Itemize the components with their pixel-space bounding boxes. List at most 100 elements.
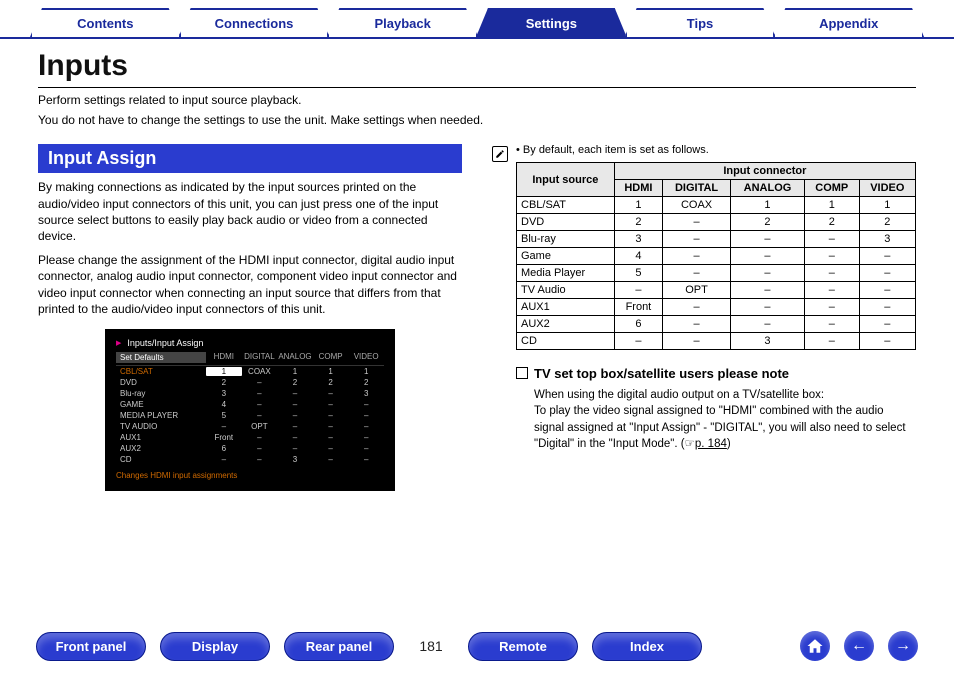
osd-cell: Front <box>206 433 242 442</box>
td-cell: 2 <box>731 214 805 231</box>
osd-head-hdmi: HDMI <box>206 352 242 363</box>
td-cell: COAX <box>663 197 731 214</box>
tab-playback[interactable]: Playback <box>327 8 478 37</box>
td-source: AUX2 <box>517 316 615 333</box>
osd-cell: – <box>242 455 278 464</box>
osd-head-digital: DIGITAL <box>242 352 278 363</box>
default-note: By default, each item is set as follows. <box>516 144 916 156</box>
osd-cell: – <box>313 422 349 431</box>
table-row: DVD2–222 <box>517 214 916 231</box>
osd-cell: COAX <box>242 367 278 376</box>
td-cell: 3 <box>859 231 915 248</box>
td-source: CD <box>517 333 615 350</box>
osd-cell: – <box>242 400 278 409</box>
osd-head-video: VIDEO <box>348 352 384 363</box>
osd-cell: 1 <box>277 367 313 376</box>
th-input-source: Input source <box>517 163 615 197</box>
table-row: TV Audio–OPT––– <box>517 282 916 299</box>
osd-cell: 3 <box>277 455 313 464</box>
prev-page-button[interactable]: ← <box>844 631 874 661</box>
bottom-nav: Front panel Display Rear panel 181 Remot… <box>0 631 954 661</box>
nav-front-panel[interactable]: Front panel <box>36 632 146 661</box>
td-cell: – <box>804 265 859 282</box>
osd-cell: 6 <box>206 444 242 453</box>
tab-connections[interactable]: Connections <box>179 8 330 37</box>
osd-row-label: AUX2 <box>116 444 206 453</box>
td-cell: – <box>731 248 805 265</box>
table-row: Game4–––– <box>517 248 916 265</box>
osd-cell: – <box>242 389 278 398</box>
td-cell: – <box>731 316 805 333</box>
osd-row: AUX26–––– <box>116 443 384 454</box>
td-cell: – <box>731 299 805 316</box>
table-row: Blu-ray3–––3 <box>517 231 916 248</box>
th-col: ANALOG <box>731 180 805 197</box>
tab-appendix[interactable]: Appendix <box>773 8 924 37</box>
osd-cell: – <box>277 444 313 453</box>
table-row: AUX1Front–––– <box>517 299 916 316</box>
osd-row-label: AUX1 <box>116 433 206 442</box>
td-source: CBL/SAT <box>517 197 615 214</box>
td-cell: – <box>614 333 662 350</box>
tab-tips[interactable]: Tips <box>625 8 776 37</box>
td-cell: 3 <box>731 333 805 350</box>
td-cell: – <box>859 265 915 282</box>
tab-contents[interactable]: Contents <box>30 8 181 37</box>
section-title-input-assign: Input Assign <box>38 144 462 173</box>
td-cell: OPT <box>663 282 731 299</box>
td-cell: – <box>731 231 805 248</box>
tv-note-title: TV set top box/satellite users please no… <box>534 366 789 381</box>
th-col: HDMI <box>614 180 662 197</box>
th-col: DIGITAL <box>663 180 731 197</box>
td-cell: – <box>804 248 859 265</box>
td-cell: 4 <box>614 248 662 265</box>
osd-screenshot: Inputs/Input Assign Set Defaults HDMI DI… <box>105 329 395 491</box>
osd-cell: – <box>348 433 384 442</box>
td-cell: – <box>731 265 805 282</box>
osd-cell: – <box>313 433 349 442</box>
osd-title: Inputs/Input Assign <box>116 338 384 348</box>
osd-row: AUX1Front–––– <box>116 432 384 443</box>
left-paragraph-1: By making connections as indicated by th… <box>38 179 462 244</box>
tab-settings[interactable]: Settings <box>476 8 627 37</box>
osd-cell: – <box>348 411 384 420</box>
intro-line-2: You do not have to change the settings t… <box>38 112 916 128</box>
osd-cell: – <box>348 422 384 431</box>
osd-cell: – <box>313 411 349 420</box>
osd-cell: – <box>348 455 384 464</box>
nav-index[interactable]: Index <box>592 632 702 661</box>
osd-row: CD––3–– <box>116 454 384 465</box>
td-cell: – <box>859 282 915 299</box>
osd-cell: 5 <box>206 411 242 420</box>
td-source: AUX1 <box>517 299 615 316</box>
td-cell: – <box>663 265 731 282</box>
nav-remote[interactable]: Remote <box>468 632 578 661</box>
osd-head-setdefaults: Set Defaults <box>116 352 206 363</box>
osd-row: DVD2–222 <box>116 377 384 388</box>
td-cell: 2 <box>804 214 859 231</box>
td-cell: – <box>663 299 731 316</box>
th-col: VIDEO <box>859 180 915 197</box>
osd-row-label: TV AUDIO <box>116 422 206 431</box>
osd-cell: – <box>313 400 349 409</box>
td-cell: – <box>804 316 859 333</box>
osd-cell: 3 <box>348 389 384 398</box>
td-source: DVD <box>517 214 615 231</box>
tv-note-text-b: ) <box>727 438 731 450</box>
page-ref-link[interactable]: p. 184 <box>695 438 727 450</box>
nav-rear-panel[interactable]: Rear panel <box>284 632 394 661</box>
osd-cell: – <box>313 455 349 464</box>
td-cell: 1 <box>804 197 859 214</box>
tv-note-line-2: To play the video signal assigned to "HD… <box>534 403 916 451</box>
td-cell: – <box>663 316 731 333</box>
osd-cell: OPT <box>242 422 278 431</box>
th-input-connector: Input connector <box>614 163 915 180</box>
home-button[interactable] <box>800 631 830 661</box>
nav-display[interactable]: Display <box>160 632 270 661</box>
osd-cell: – <box>242 378 278 387</box>
osd-cell: – <box>348 444 384 453</box>
osd-cell: – <box>348 400 384 409</box>
next-page-button[interactable]: → <box>888 631 918 661</box>
td-cell: – <box>859 333 915 350</box>
td-cell: 2 <box>859 214 915 231</box>
